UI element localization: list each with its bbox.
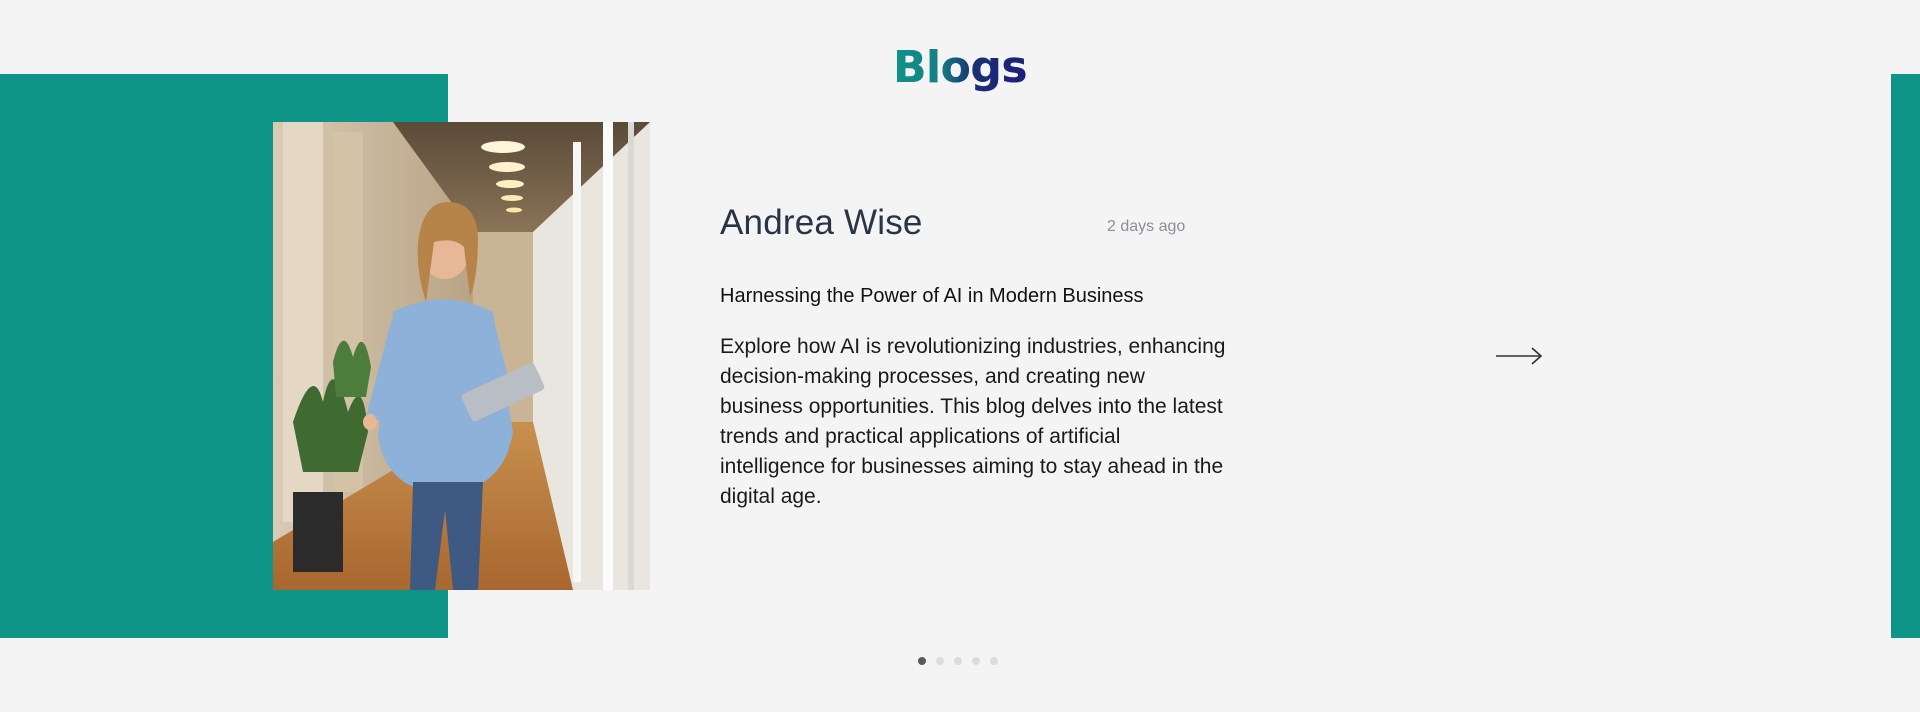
carousel-dot-5[interactable] (990, 657, 998, 665)
carousel-pagination (918, 657, 998, 665)
decorative-teal-block-right (1891, 74, 1920, 638)
post-timestamp: 2 days ago (1107, 218, 1186, 235)
author-photo (273, 122, 650, 590)
carousel-dot-1[interactable] (918, 657, 926, 665)
author-name: Andrea Wise (720, 203, 923, 242)
carousel-dot-4[interactable] (972, 657, 980, 665)
arrow-right-icon (1496, 347, 1543, 365)
post-title[interactable]: Harnessing the Power of AI in Modern Bus… (720, 285, 1144, 308)
post-excerpt: Explore how AI is revolutionizing indust… (720, 335, 1226, 508)
carousel-dot-2[interactable] (936, 657, 944, 665)
next-button[interactable] (1494, 344, 1544, 368)
carousel-dot-3[interactable] (954, 657, 962, 665)
